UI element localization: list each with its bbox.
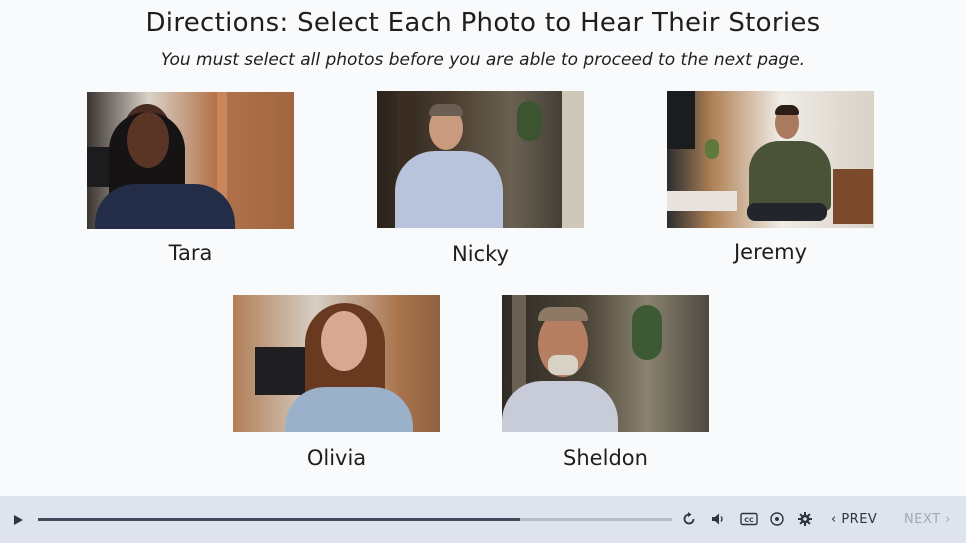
page-title: Directions: Select Each Photo to Hear Th… xyxy=(145,8,821,38)
person-face xyxy=(321,311,367,371)
seek-bar[interactable] xyxy=(38,518,672,521)
settings-icon[interactable] xyxy=(797,511,813,527)
tv-shape xyxy=(667,91,695,149)
photo-card-tara[interactable]: Tara xyxy=(87,92,294,265)
photo-nicky[interactable] xyxy=(377,91,584,228)
photo-label-jeremy: Jeremy xyxy=(733,240,808,264)
photo-olivia[interactable] xyxy=(233,295,440,432)
person-hair xyxy=(538,307,588,321)
seek-bar-progress xyxy=(38,518,520,521)
player-control-bar: CC ‹ PREV NEXT › xyxy=(0,496,966,543)
photo-label-nicky: Nicky xyxy=(452,242,509,266)
plant-shape xyxy=(705,139,719,159)
person-torso xyxy=(95,184,235,229)
replay-icon[interactable] xyxy=(681,511,697,527)
volume-icon[interactable] xyxy=(710,511,726,527)
photo-label-sheldon: Sheldon xyxy=(563,446,648,470)
chevron-left-icon: ‹ xyxy=(831,512,837,527)
person-hair xyxy=(775,105,799,115)
photo-label-olivia: Olivia xyxy=(306,446,367,470)
prev-button[interactable]: ‹ PREV xyxy=(831,512,877,527)
console-shape xyxy=(667,191,737,211)
next-button[interactable]: NEXT › xyxy=(904,512,951,527)
person-torso xyxy=(285,387,413,432)
slide-area: Directions: Select Each Photo to Hear Th… xyxy=(0,0,966,496)
plant-shape xyxy=(517,101,542,141)
prev-label: PREV xyxy=(841,512,878,527)
wall-shape xyxy=(562,91,584,228)
person-hair xyxy=(429,104,463,116)
photo-card-sheldon[interactable]: Sheldon xyxy=(502,295,709,470)
person-face xyxy=(127,112,169,168)
photo-sheldon[interactable] xyxy=(502,295,709,432)
person-beard xyxy=(548,355,578,375)
person-legs xyxy=(747,203,827,221)
captions-icon[interactable]: CC xyxy=(740,511,758,527)
captions-label: CC xyxy=(744,516,754,524)
photo-label-tara: Tara xyxy=(168,241,213,265)
person-torso xyxy=(502,381,618,432)
photo-tara[interactable] xyxy=(87,92,294,229)
photo-card-olivia[interactable]: Olivia xyxy=(233,295,440,470)
photo-jeremy[interactable] xyxy=(667,91,874,228)
photo-card-jeremy[interactable]: Jeremy xyxy=(667,91,874,264)
photo-card-nicky[interactable]: Nicky xyxy=(377,91,584,266)
play-icon[interactable] xyxy=(10,512,26,528)
chevron-right-icon: › xyxy=(945,512,951,527)
accessibility-icon[interactable] xyxy=(769,511,785,527)
person-torso xyxy=(395,151,503,228)
instructions-text: You must select all photos before you ar… xyxy=(160,50,806,70)
shelf-shape xyxy=(833,169,873,224)
next-label: NEXT xyxy=(904,512,941,527)
person-torso xyxy=(749,141,831,211)
plant-shape xyxy=(632,305,662,360)
